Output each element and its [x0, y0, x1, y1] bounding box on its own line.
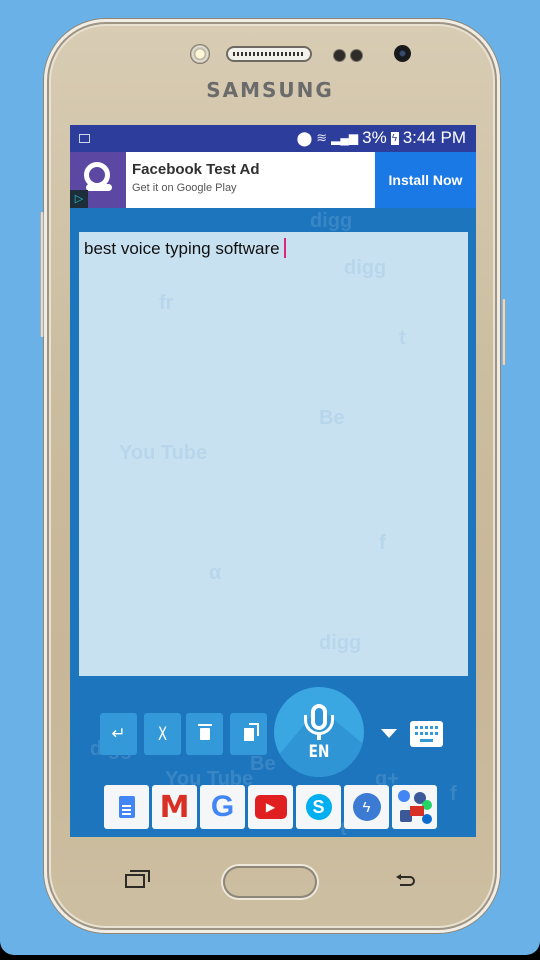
delete-button[interactable]: [186, 713, 223, 755]
enter-button[interactable]: ↵: [100, 713, 137, 755]
wifi-icon: ≋: [316, 130, 328, 145]
gmail-shortcut[interactable]: M: [152, 785, 197, 829]
clear-label: X: [157, 723, 168, 745]
app-collage-icon: [396, 788, 434, 826]
back-button[interactable]: [394, 874, 416, 888]
battery-percent: 3%: [362, 128, 387, 147]
text-caret: [283, 238, 286, 258]
youtube-shortcut[interactable]: ▶: [248, 785, 293, 829]
language-dropdown-icon[interactable]: [381, 729, 397, 738]
proximity-sensor: [334, 50, 345, 61]
skype-shortcut[interactable]: S: [296, 785, 341, 829]
image-notification-icon: [79, 134, 90, 143]
dictation-text-area[interactable]: digg fr Be You Tube t f α digg best voic…: [79, 232, 468, 676]
recent-apps-button[interactable]: [125, 870, 150, 888]
microphone-button[interactable]: EN: [274, 687, 364, 777]
enter-icon: ↵: [111, 724, 126, 743]
pattern-mark: fr: [159, 292, 174, 314]
pattern-mark: digg: [319, 632, 362, 654]
brand-logo: SAMSUNG: [206, 78, 334, 102]
pattern-mark: α: [209, 562, 222, 584]
pattern-mark: digg: [344, 257, 387, 279]
volume-button: [40, 212, 44, 337]
text-area-pattern: digg fr Be You Tube t f α digg: [79, 232, 468, 676]
pattern-mark: You Tube: [119, 442, 208, 464]
power-button: [502, 299, 506, 365]
trash-icon: [197, 724, 212, 740]
pattern-mark: f: [379, 532, 386, 554]
copy-button[interactable]: [230, 713, 267, 755]
pattern-mark: t: [399, 327, 406, 349]
earpiece-speaker: [228, 48, 310, 60]
messenger-shortcut[interactable]: ϟ: [344, 785, 389, 829]
language-label: EN: [308, 742, 330, 762]
app-shortcut-bar: M G ▶ S ϟ: [104, 785, 437, 829]
ad-title: Facebook Test Ad: [132, 161, 260, 178]
clear-button[interactable]: X: [144, 713, 181, 755]
screen: ⬤ ≋ ▂▄▆ 3% ϟ 3:44 PM ▷ Facebook Test Ad …: [70, 125, 476, 837]
google-docs-icon: [118, 796, 135, 818]
signal-icon: ▂▄▆: [331, 131, 359, 145]
google-icon: G: [210, 790, 235, 823]
copy-icon: [243, 727, 254, 741]
adchoices-icon[interactable]: ▷: [70, 190, 88, 208]
battery-charging-icon: ϟ: [390, 131, 399, 145]
home-button[interactable]: [223, 866, 317, 898]
pattern-mark: Be: [319, 407, 345, 429]
pattern-mark: f: [450, 783, 457, 805]
gmail-icon: M: [159, 789, 190, 825]
messenger-icon: ϟ: [352, 793, 381, 821]
google-shortcut[interactable]: G: [200, 785, 245, 829]
ad-banner[interactable]: ▷ Facebook Test Ad Get it on Google Play…: [70, 152, 476, 208]
install-now-button[interactable]: Install Now: [375, 152, 476, 208]
youtube-icon: ▶: [254, 795, 287, 819]
more-apps-shortcut[interactable]: [392, 785, 437, 829]
front-camera-icon: [394, 45, 411, 62]
skype-icon: S: [305, 794, 332, 820]
dictated-text: best voice typing software: [84, 239, 280, 258]
flash-icon: [190, 44, 210, 64]
ad-subtitle: Get it on Google Play: [132, 182, 237, 194]
pattern-mark: digg: [310, 210, 353, 232]
light-sensor: [351, 50, 362, 61]
google-docs-shortcut[interactable]: [104, 785, 149, 829]
location-icon: ⬤: [296, 129, 313, 146]
status-bar: ⬤ ≋ ▂▄▆ 3% ϟ 3:44 PM: [70, 125, 476, 152]
clock: 3:44 PM: [402, 128, 466, 147]
pattern-mark: Be: [250, 753, 276, 775]
keyboard-button[interactable]: [410, 721, 443, 747]
